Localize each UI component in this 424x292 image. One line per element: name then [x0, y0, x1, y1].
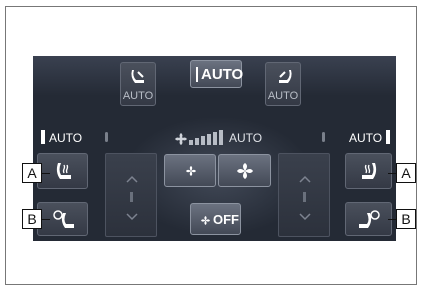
seat-ventilation-icon	[359, 210, 380, 228]
callout-b-right: B	[396, 209, 416, 229]
fan-level-bars	[189, 130, 223, 145]
seat-heater-icon	[56, 163, 71, 179]
auto-indicator	[196, 67, 198, 82]
seat-heater-icon	[362, 163, 377, 179]
callout-b-left-leader	[42, 219, 50, 220]
chevron-down-icon	[126, 213, 138, 221]
fan-icon	[201, 216, 210, 225]
chevron-up-icon	[126, 175, 138, 183]
right-temp-indicator	[386, 130, 394, 144]
fan-icon	[175, 133, 187, 145]
climate-control-panel: AUTO AUTO AUTO AUTO AUTO AUTO OFF	[33, 56, 396, 241]
fan-low-icon	[186, 166, 196, 176]
left-temperature-stepper[interactable]	[105, 153, 157, 237]
seat-airflow-icon	[131, 70, 144, 83]
right-temperature-stepper[interactable]	[278, 153, 330, 237]
left-airflow-auto-label: AUTO	[122, 90, 154, 102]
right-zone-auto-label: AUTO	[349, 131, 383, 145]
fan-auto-label: AUTO	[229, 131, 263, 145]
chevron-up-icon	[299, 175, 311, 183]
seat-airflow-icon	[279, 70, 292, 83]
off-button[interactable]: OFF	[190, 203, 241, 235]
left-zone-auto-label: AUTO	[49, 131, 83, 145]
chevron-down-icon	[299, 213, 311, 221]
fan-speed-up-button[interactable]	[218, 154, 271, 187]
left-temperature-marker	[130, 192, 133, 202]
callout-a-right: A	[396, 163, 416, 183]
left-seat-heater-button[interactable]	[37, 153, 88, 189]
right-seat-heater-button[interactable]	[345, 153, 392, 189]
fan-speed-down-button[interactable]	[164, 154, 216, 187]
right-airflow-button[interactable]: AUTO	[265, 62, 301, 106]
left-thermometer-icon	[105, 132, 108, 142]
callout-b-right-leader	[388, 219, 396, 220]
callout-a-left-leader	[42, 173, 50, 174]
auto-button-label: AUTO	[201, 66, 244, 83]
right-airflow-auto-label: AUTO	[267, 90, 299, 102]
callout-a-left: A	[22, 163, 42, 183]
right-thermometer-icon	[322, 132, 325, 142]
callout-a-right-leader	[388, 173, 396, 174]
off-button-label: OFF	[213, 212, 239, 227]
fan-high-icon	[237, 163, 253, 179]
left-temp-indicator	[41, 130, 49, 144]
callout-b-left: B	[22, 209, 42, 229]
left-airflow-button[interactable]: AUTO	[120, 62, 156, 106]
auto-button[interactable]: AUTO	[190, 60, 244, 88]
right-temperature-marker	[303, 192, 306, 202]
seat-ventilation-icon	[53, 210, 74, 228]
right-seat-ventilation-button[interactable]	[345, 202, 392, 236]
